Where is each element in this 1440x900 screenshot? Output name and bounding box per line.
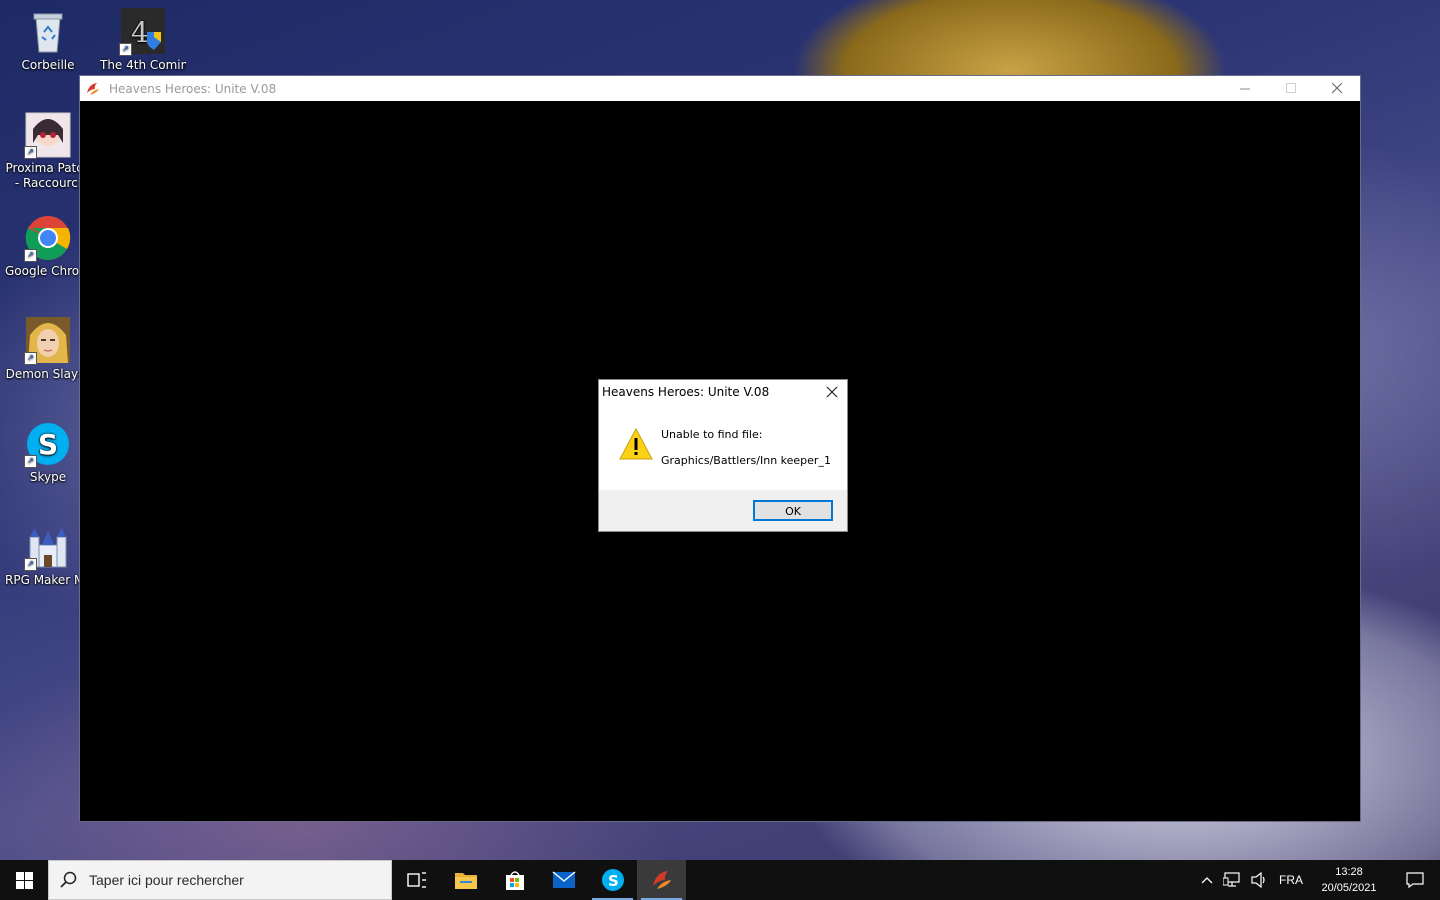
svg-text:S: S <box>608 872 619 890</box>
mail-icon <box>552 871 575 888</box>
volume-button[interactable] <box>1246 860 1274 900</box>
volume-icon <box>1251 872 1265 888</box>
maximize-button[interactable] <box>1268 76 1314 101</box>
shortcut-arrow-icon: ↗ <box>119 43 132 56</box>
game-app-icon <box>85 81 101 97</box>
start-button[interactable] <box>0 860 48 900</box>
svg-text:S: S <box>38 428 58 461</box>
game-icon <box>652 871 671 889</box>
mail-button[interactable] <box>539 860 588 900</box>
system-tray: FRA 13:28 20/05/2021 <box>1196 860 1440 900</box>
search-placeholder: Taper ici pour rechercher <box>89 872 244 888</box>
taskbar: Taper ici pour rechercher S FRA 13:28 20… <box>0 860 1440 900</box>
chrome-icon: ↗ <box>24 214 72 262</box>
network-icon <box>1223 872 1240 887</box>
shortcut-arrow-icon: ↗ <box>24 352 37 365</box>
skype-icon: S <box>601 869 624 891</box>
task-view-icon <box>406 872 426 888</box>
search-icon <box>49 871 89 889</box>
skype-icon: S ↗ <box>24 420 72 468</box>
minimize-button[interactable] <box>1222 76 1268 101</box>
ok-button[interactable]: OK <box>753 500 833 521</box>
store-button[interactable] <box>490 860 539 900</box>
file-explorer-button[interactable] <box>441 860 490 900</box>
close-icon <box>1331 83 1342 94</box>
game-taskbar-button[interactable] <box>637 860 686 900</box>
shortcut-arrow-icon: ↗ <box>24 455 37 468</box>
language-indicator[interactable]: FRA <box>1274 860 1308 900</box>
the-4th-coming-icon: 4 ↗ <box>119 8 167 56</box>
task-view-button[interactable] <box>392 860 441 900</box>
clock[interactable]: 13:28 20/05/2021 <box>1308 860 1390 900</box>
notification-icon <box>1406 872 1424 888</box>
error-dialog: Heavens Heroes: Unite V.08 Unable to fin… <box>598 379 848 532</box>
file-explorer-icon <box>454 873 477 889</box>
skype-taskbar-button[interactable]: S <box>588 860 637 900</box>
svg-text:4: 4 <box>131 16 149 49</box>
clock-time: 13:28 <box>1335 866 1363 878</box>
minimize-icon <box>1239 88 1250 90</box>
dialog-title: Heavens Heroes: Unite V.08 <box>602 385 770 399</box>
demon-slayer-icon: ↗ <box>24 317 72 365</box>
desktop-icon-the-4th-coming[interactable]: 4 ↗ The 4th Coming <box>100 8 186 73</box>
close-button[interactable] <box>1314 76 1360 101</box>
rpg-maker-castle-icon: ↗ <box>24 523 72 571</box>
shortcut-arrow-icon: ↗ <box>24 146 37 159</box>
dialog-message-line1: Unable to find file: <box>661 428 763 441</box>
game-window-titlebar[interactable]: Heavens Heroes: Unite V.08 <box>80 76 1360 101</box>
windows-logo-icon <box>15 871 33 889</box>
recycle-bin-icon <box>24 8 72 56</box>
shortcut-arrow-icon: ↗ <box>24 249 37 262</box>
maximize-icon <box>1285 83 1296 93</box>
taskbar-search-box[interactable]: Taper ici pour rechercher <box>48 860 392 900</box>
notifications-button[interactable] <box>1390 860 1440 900</box>
show-hidden-icons-button[interactable] <box>1196 860 1218 900</box>
dialog-message-line2: Graphics/Battlers/Inn keeper_1 <box>661 454 831 467</box>
warning-icon <box>619 427 653 463</box>
dialog-footer: OK <box>599 490 847 531</box>
desktop-icon-recycle-bin[interactable]: Corbeille <box>5 8 91 73</box>
shortcut-arrow-icon: ↗ <box>24 558 37 571</box>
desktop-icon-label: Corbeille <box>21 58 75 72</box>
game-window-title: Heavens Heroes: Unite V.08 <box>109 81 277 96</box>
close-icon <box>826 386 838 398</box>
desktop-icon-label: The 4th Coming <box>100 58 186 72</box>
clock-date: 20/05/2021 <box>1321 882 1377 894</box>
dialog-body: Unable to find file: Graphics/Battlers/I… <box>599 404 847 490</box>
network-button[interactable] <box>1218 860 1246 900</box>
language-label: FRA <box>1279 873 1303 887</box>
proxima-patch-icon: ↗ <box>24 111 72 159</box>
chevron-up-icon <box>1201 877 1213 884</box>
store-icon <box>505 871 524 890</box>
dialog-close-button[interactable] <box>817 380 847 404</box>
dialog-titlebar[interactable]: Heavens Heroes: Unite V.08 <box>599 380 847 404</box>
